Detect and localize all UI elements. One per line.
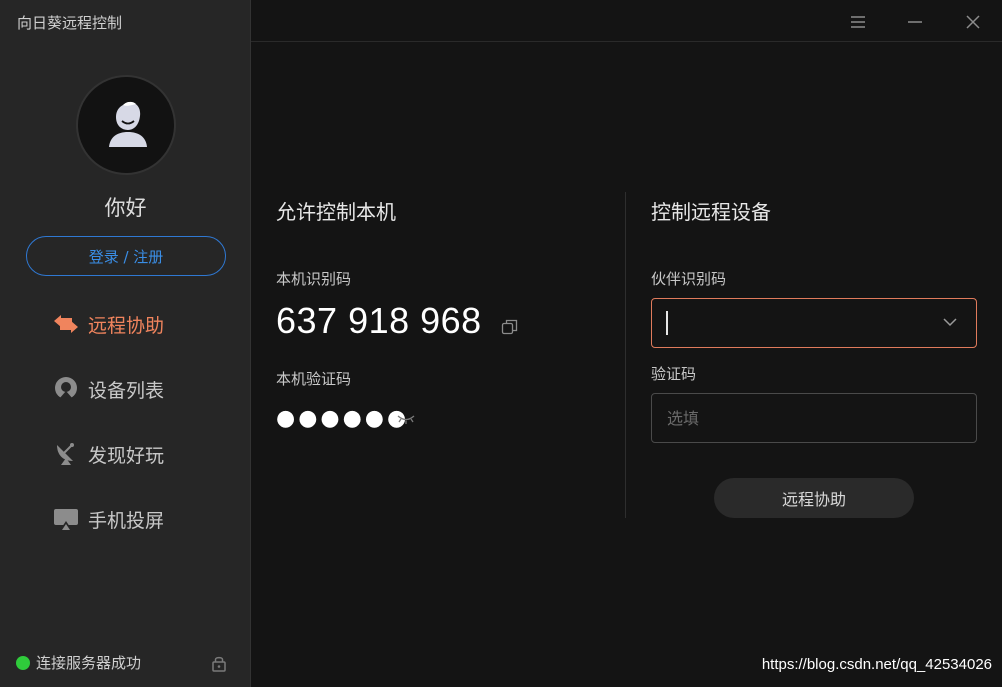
- nav-item-device-list[interactable]: 设备列表: [52, 373, 164, 405]
- chevron-down-icon[interactable]: [942, 314, 958, 334]
- menu-button[interactable]: [844, 8, 872, 36]
- minimize-icon: [908, 21, 922, 23]
- lock-icon[interactable]: [210, 654, 228, 676]
- nav-label: 手机投屏: [88, 509, 165, 532]
- screen-cast-icon: [52, 505, 80, 533]
- title-bar: [251, 0, 1002, 42]
- app-title: 向日葵远程控制: [17, 14, 123, 32]
- close-icon: [966, 15, 980, 29]
- main-panel: 允许控制本机 本机识别码 637 918 968 本机验证码 ●●●●●● 控制…: [251, 0, 1002, 687]
- swap-arrows-icon: [52, 310, 80, 338]
- login-register-button[interactable]: 登录 / 注册: [26, 236, 226, 276]
- partner-id-label: 伙伴识别码: [651, 270, 727, 288]
- avatar[interactable]: [76, 75, 176, 175]
- status-dot: [16, 655, 30, 670]
- verification-code-label: 本机验证码: [276, 370, 352, 388]
- nav-label: 远程协助: [88, 314, 165, 337]
- device-id-label: 本机识别码: [276, 270, 352, 288]
- greeting: 你好: [104, 196, 147, 220]
- eye-closed-icon[interactable]: [396, 410, 416, 429]
- user-icon: [109, 101, 147, 147]
- nav-label: 发现好玩: [88, 444, 165, 467]
- code-label: 验证码: [651, 365, 697, 383]
- minimize-button[interactable]: [901, 8, 929, 36]
- device-id-value: 637 918 968: [276, 300, 482, 341]
- status-text: 连接服务器成功: [36, 654, 142, 672]
- sidebar: 向日葵远程控制 你好 登录 / 注册 远程协助 设备列表 发现好玩 手机投屏 连…: [0, 0, 251, 687]
- remote-assist-button[interactable]: 远程协助: [714, 478, 914, 518]
- code-input[interactable]: [651, 393, 977, 443]
- section-divider: [625, 192, 626, 518]
- satellite-dish-icon: [52, 440, 80, 468]
- partner-id-input[interactable]: [652, 299, 932, 347]
- control-remote-title: 控制远程设备: [651, 200, 771, 224]
- verification-code-value: ●●●●●●: [276, 406, 410, 431]
- copy-icon[interactable]: [501, 318, 519, 340]
- device-list-icon: [52, 375, 80, 403]
- partner-id-field[interactable]: [651, 298, 977, 348]
- nav-item-discover[interactable]: 发现好玩: [52, 438, 164, 470]
- nav-label: 设备列表: [88, 379, 165, 402]
- nav-item-screen-cast[interactable]: 手机投屏: [52, 503, 164, 535]
- allow-control-title: 允许控制本机: [276, 200, 396, 224]
- close-button[interactable]: [959, 8, 987, 36]
- watermark: https://blog.csdn.net/qq_42534026: [761, 656, 992, 673]
- nav-item-remote-assist[interactable]: 远程协助: [52, 308, 164, 340]
- connection-status: 连接服务器成功: [16, 652, 141, 673]
- menu-icon: [851, 16, 865, 28]
